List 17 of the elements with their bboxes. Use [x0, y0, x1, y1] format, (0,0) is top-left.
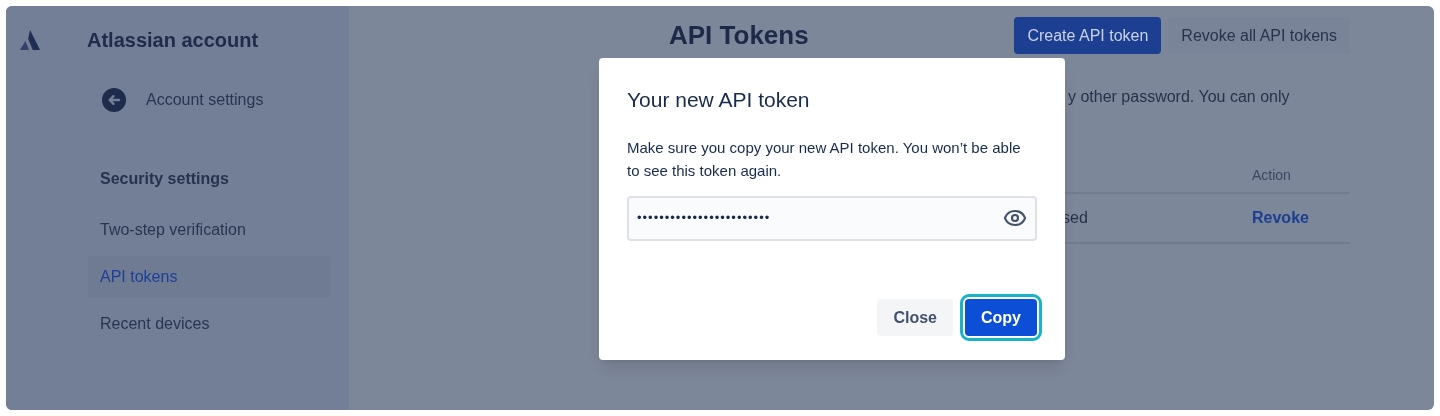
sidebar-item[interactable]: Two-step verification: [88, 209, 330, 251]
account-title: Atlassian account: [87, 28, 259, 53]
dialog-title: Your new API token: [627, 87, 811, 113]
close-button[interactable]: Close: [877, 299, 953, 336]
column-header: Action: [1252, 166, 1292, 185]
dialog-message: Make sure you copy your new API token. You won’t be able to see this token again.: [627, 137, 1022, 181]
description-text: y other password. You can only: [1068, 87, 1291, 107]
back-link[interactable]: Account settings: [102, 88, 264, 112]
logo-icon: [19, 29, 41, 51]
revoke-all-button[interactable]: Revoke all API tokens: [1168, 17, 1350, 54]
token-field[interactable]: ••••••••••••••••••••••••: [627, 195, 1037, 241]
sidebar-item[interactable]: API tokens: [88, 256, 330, 298]
revoke-link[interactable]: Revoke: [1252, 206, 1350, 230]
section-heading: Security settings: [100, 169, 230, 189]
page-title: API Tokens: [669, 19, 809, 52]
create-token-button[interactable]: Create API token: [1014, 17, 1162, 54]
sidebar-item[interactable]: Recent devices: [88, 303, 330, 345]
